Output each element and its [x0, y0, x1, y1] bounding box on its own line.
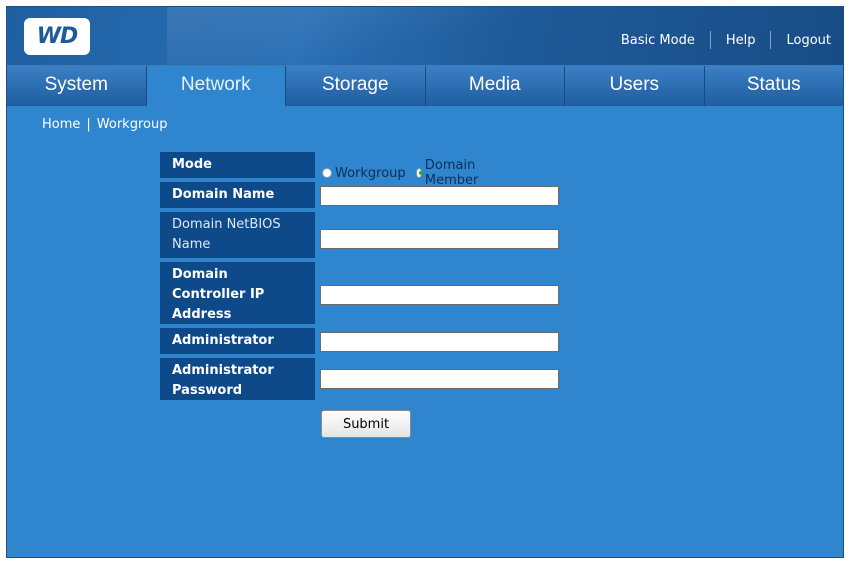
tab-users[interactable]: Users [565, 66, 705, 106]
tab-media[interactable]: Media [425, 66, 565, 106]
mode-label: Mode [160, 152, 315, 178]
header-bar: WD Basic Mode Help Logout [7, 7, 843, 65]
domain-name-input[interactable] [320, 186, 559, 206]
logout-link[interactable]: Logout [786, 33, 831, 48]
netbios-label-line1: Domain NetBIOS [172, 217, 281, 232]
controller-ip-label-line1: Domain [172, 267, 228, 282]
top-links: Basic Mode Help Logout [621, 31, 831, 49]
tab-system[interactable]: System [7, 66, 147, 106]
domain-name-label-text: Domain Name [172, 187, 275, 202]
breadcrumb-separator: | [86, 117, 91, 132]
basic-mode-link[interactable]: Basic Mode [621, 33, 695, 48]
domain-netbios-name-label: Domain NetBIOS Name [160, 212, 315, 258]
breadcrumb-home[interactable]: Home [42, 117, 80, 132]
tab-status[interactable]: Status [704, 66, 843, 106]
app-window: WD Basic Mode Help Logout System Network… [6, 6, 844, 558]
administrator-password-label: Administrator Password [160, 358, 315, 400]
wd-logo: WD [24, 18, 90, 55]
mode-radio-group: Workgroup Domain Member [322, 158, 492, 188]
domain-controller-ip-input[interactable] [320, 285, 559, 305]
mode-option-domain-member[interactable]: Domain Member [415, 158, 482, 188]
link-divider [709, 31, 711, 49]
controller-ip-label-line2: Controller IP [172, 287, 265, 302]
domain-member-radio[interactable] [415, 168, 423, 178]
administrator-label-text: Administrator [172, 333, 274, 348]
tab-storage[interactable]: Storage [286, 66, 426, 106]
help-link[interactable]: Help [726, 33, 756, 48]
logo-text: WD [36, 24, 79, 49]
controller-ip-label-line3: Address [172, 307, 232, 322]
breadcrumb: Home | Workgroup [42, 117, 167, 132]
domain-name-label: Domain Name [160, 182, 315, 208]
submit-button[interactable]: Submit [321, 410, 411, 438]
workgroup-radio-label: Workgroup [335, 165, 406, 181]
administrator-label: Administrator [160, 328, 315, 354]
administrator-input[interactable] [320, 332, 559, 352]
mode-option-workgroup[interactable]: Workgroup [322, 166, 406, 181]
domain-member-radio-label: Domain Member [424, 158, 479, 188]
domain-controller-ip-label: Domain Controller IP Address [160, 262, 315, 324]
admin-password-label-line1: Administrator [172, 363, 274, 378]
admin-password-label-line2: Password [172, 383, 243, 398]
administrator-password-input[interactable] [320, 369, 559, 389]
breadcrumb-current: Workgroup [96, 117, 168, 132]
link-divider [770, 31, 772, 49]
tab-network[interactable]: Network [146, 66, 286, 106]
netbios-label-line2: Name [172, 237, 211, 252]
workgroup-radio[interactable] [322, 168, 332, 178]
domain-netbios-name-input[interactable] [320, 229, 559, 249]
mode-label-text: Mode [172, 157, 212, 172]
main-nav: System Network Storage Media Users Statu… [7, 65, 843, 106]
